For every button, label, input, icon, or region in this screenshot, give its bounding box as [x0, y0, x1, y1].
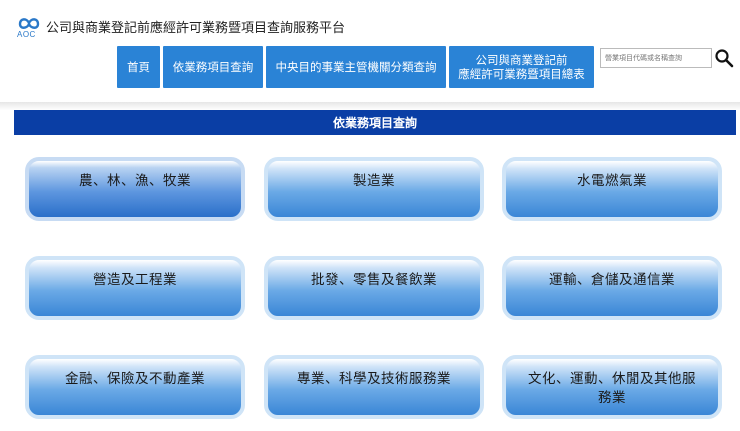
category-agriculture[interactable]: 農、林、漁、牧業: [25, 157, 245, 221]
category-construction[interactable]: 營造及工程業: [25, 256, 245, 320]
search-input[interactable]: [600, 48, 712, 68]
category-label: 運輸、倉儲及通信業: [549, 272, 675, 288]
category-wholesale-retail[interactable]: 批發、零售及餐飲業: [264, 256, 484, 320]
category-label: 營造及工程業: [93, 272, 177, 288]
section-title-bar: 依業務項目查詢: [14, 110, 736, 135]
nav-master-list-line2: 應經許可業務暨項目總表: [458, 67, 585, 81]
nav-master-list[interactable]: 公司與商業登記前 應經許可業務暨項目總表: [449, 46, 594, 88]
nav-home[interactable]: 首頁: [117, 46, 160, 88]
nav-by-business-item[interactable]: 依業務項目查詢: [163, 46, 263, 88]
category-professional-services[interactable]: 專業、科學及技術服務業: [264, 355, 484, 419]
category-manufacturing[interactable]: 製造業: [264, 157, 484, 221]
category-utilities[interactable]: 水電燃氣業: [502, 157, 722, 221]
nav-by-authority-label: 中央目的事業主管機關分類查詢: [275, 60, 437, 74]
nav-by-business-item-label: 依業務項目查詢: [172, 60, 254, 74]
category-label: 批發、零售及餐飲業: [311, 272, 437, 288]
category-finance[interactable]: 金融、保險及不動產業: [25, 355, 245, 419]
nav-master-list-line1: 公司與商業登記前: [475, 53, 568, 67]
category-transport[interactable]: 運輸、倉儲及通信業: [502, 256, 722, 320]
nav-by-authority[interactable]: 中央目的事業主管機關分類查詢: [266, 46, 446, 88]
category-label: 農、林、漁、牧業: [79, 173, 191, 189]
category-label: 製造業: [353, 173, 395, 189]
nav-home-label: 首頁: [127, 60, 150, 74]
category-label: 專業、科學及技術服務業: [297, 371, 451, 387]
category-label: 金融、保險及不動產業: [65, 371, 205, 387]
header: AOC 公司與商業登記前應經許可業務暨項目查詢服務平台 首頁 依業務項目查詢 中…: [0, 0, 740, 108]
search-icon[interactable]: [714, 48, 734, 68]
header-divider: [0, 102, 740, 110]
site-title: 公司與商業登記前應經許可業務暨項目查詢服務平台: [46, 21, 346, 36]
category-culture-leisure[interactable]: 文化、運動、休閒及其他服務業: [502, 355, 722, 419]
category-label: 水電燃氣業: [577, 173, 647, 189]
search-box: [600, 48, 734, 70]
logo-text: AOC: [17, 30, 36, 39]
section-title: 依業務項目查詢: [332, 116, 417, 130]
category-label: 文化、運動、休閒及其他服務業: [528, 371, 696, 406]
